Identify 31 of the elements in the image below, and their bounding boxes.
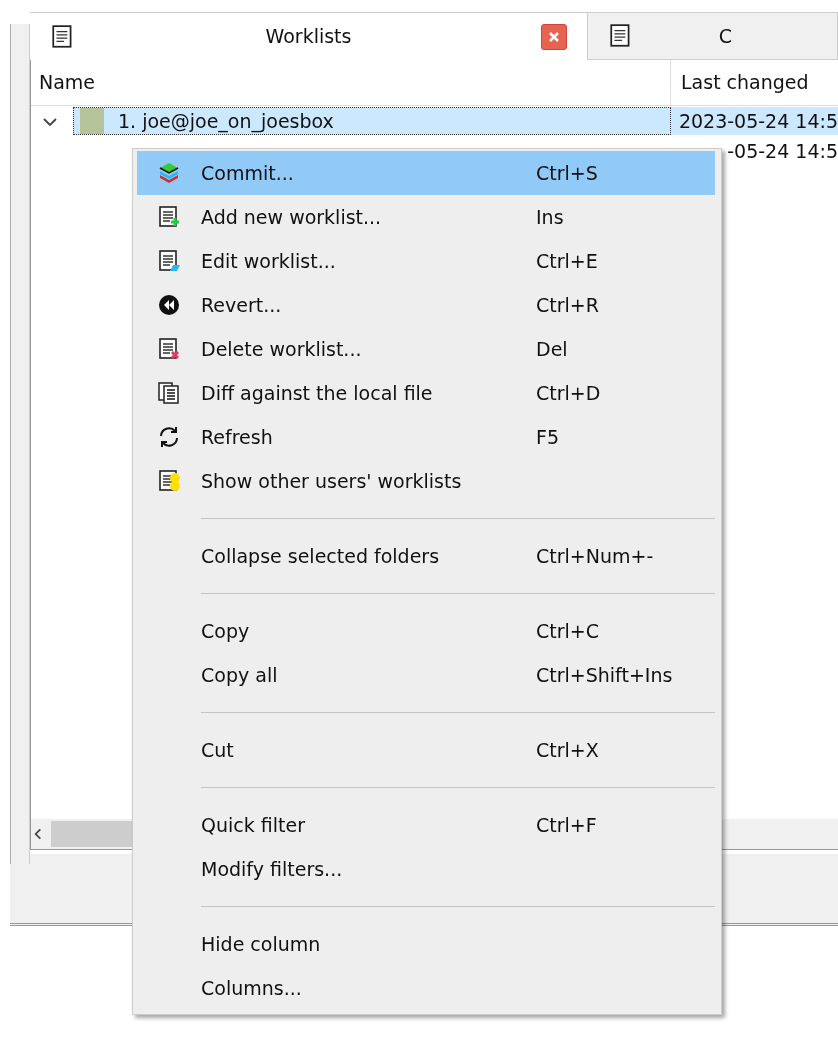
documents-icon [157,381,181,405]
menu-item[interactable]: Refresh F5 [137,415,715,459]
column-header[interactable]: Name [31,60,671,105]
menu-item[interactable]: Add new worklist... Ins [137,195,715,239]
menu-item[interactable]: Quick filter Ctrl+F [137,803,715,847]
add-document-icon [157,205,181,229]
delete-document-icon [157,337,181,361]
tab[interactable]: C [588,13,838,60]
menu-item[interactable]: Columns... [137,966,715,1010]
close-icon[interactable] [541,23,567,50]
menu-item[interactable]: Copy Ctrl+C [137,609,715,653]
table-cell: 2023-05-24 14:5 [670,107,838,135]
column-header[interactable]: Last changed [671,68,809,97]
menu-item[interactable]: Diff against the local file Ctrl+D [137,371,715,415]
tree-item[interactable]: 1. joe@joe_on_joesbox [73,107,671,135]
table-cell-text: -05-24 14:5 [726,138,838,164]
menu-item[interactable]: Commit... Ctrl+S [137,151,715,195]
menu-item[interactable]: Hide column [137,922,715,966]
menu-item[interactable]: Modify filters... [137,847,715,891]
menu-item[interactable]: Delete worklist... Del [137,327,715,371]
layers-icon [157,161,181,185]
document-users-icon [157,469,181,493]
refresh-icon [157,425,181,449]
menu-item[interactable]: Cut Ctrl+X [137,728,715,772]
menu-item[interactable]: Revert... Ctrl+R [137,283,715,327]
edit-document-icon [157,249,181,273]
menu-item[interactable]: Show other users' worklists [137,459,715,503]
menu-item[interactable]: Collapse selected folders Ctrl+Num+- [137,534,715,578]
menu-item[interactable]: Copy all Ctrl+Shift+Ins [137,653,715,697]
rewind-icon [157,293,181,317]
menu-item[interactable]: Edit worklist... Ctrl+E [137,239,715,283]
